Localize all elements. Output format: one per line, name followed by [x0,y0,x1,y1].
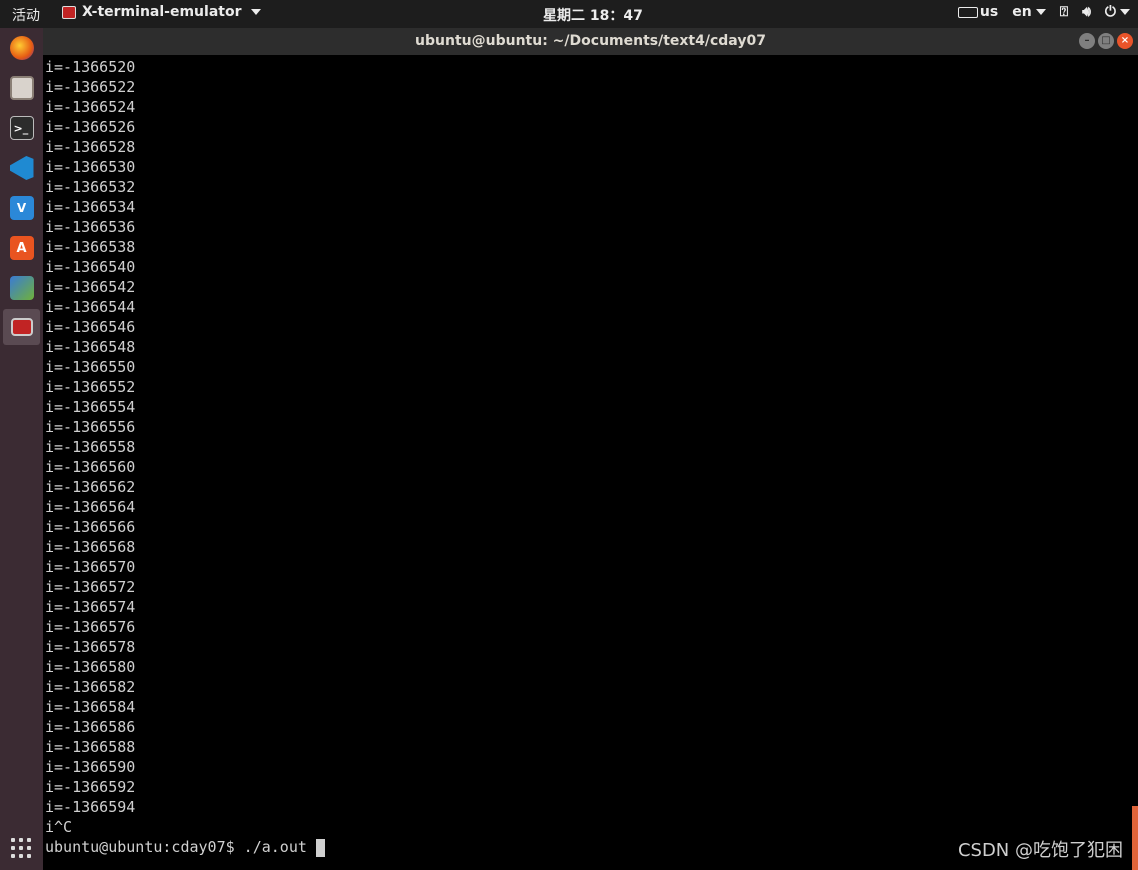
firefox-icon [9,36,34,60]
terminal-line: i=-1366560 [45,458,136,476]
terminal-line: i=-1366522 [45,78,136,96]
network-icon [9,276,34,300]
terminal-lines: i=-1366520 i=-1366522 i=-1366524 i=-1366526… [45,57,1138,837]
terminal-line: i=-1366540 [45,258,136,276]
minimize-icon: – [1084,35,1090,46]
power-menu[interactable]: ⏻ [1105,4,1130,20]
terminal-line: i=-1366576 [45,618,136,636]
terminal-line: i^C [45,818,73,836]
terminal-icon: >_ [9,116,34,140]
vnc-icon: V [9,196,34,220]
dock-item-x-terminal[interactable] [3,309,40,345]
terminal-line: i=-1366570 [45,558,136,576]
keyboard-icon [957,6,978,18]
volume-icon[interactable]: 🔊︎ [1082,4,1091,20]
text-cursor [315,838,325,857]
app-menu[interactable]: X-terminal-emulator [62,4,262,20]
terminal-line: i=-1366550 [45,358,136,376]
dock-item-software[interactable]: A [3,230,40,266]
power-icon: ⏻ [1104,4,1116,20]
top-panel: 活动 X-terminal-emulator 星期二 18：47 us en ⍰… [0,0,1138,28]
activities-button[interactable]: 活动 [12,5,40,25]
terminal-line: i=-1366568 [45,538,136,556]
terminal-line: i=-1366552 [45,378,136,396]
terminal-line: i=-1366534 [45,198,136,216]
watermark: CSDN @吃饱了犯困 [957,840,1123,861]
terminal-line: i=-1366542 [45,278,136,296]
terminal-line: i=-1366532 [45,178,136,196]
terminal-line: i=-1366578 [45,638,136,656]
dock-item-network[interactable] [3,270,40,306]
terminal-line: i=-1366554 [45,398,136,416]
terminal-line: i=-1366526 [45,118,136,136]
files-icon [9,76,34,100]
x-terminal-icon [10,318,33,336]
terminal-line: i=-1366528 [45,138,136,156]
terminal-line: i=-1366546 [45,318,136,336]
maximize-button[interactable]: □ [1098,33,1114,49]
system-tray: us en ⍰ 🔊︎ ⏻ [957,4,1130,20]
terminal-line: i=-1366574 [45,598,136,616]
language-label: en [1012,4,1032,20]
dock-item-vscode[interactable] [3,150,40,186]
terminal-line: i=-1366580 [45,658,136,676]
minimize-button[interactable]: – [1079,33,1095,49]
terminal-line: i=-1366588 [45,738,136,756]
terminal-line: i=-1366558 [45,438,136,456]
window-title: ubuntu@ubuntu: ~/Documents/text4/cday07 [415,33,766,49]
terminal-line: i=-1366524 [45,98,136,116]
dock-item-vnc[interactable]: V [3,190,40,226]
maximize-icon: □ [1101,35,1111,46]
close-button[interactable]: × [1117,33,1133,49]
terminal-line: i=-1366544 [45,298,136,316]
vscode-icon [9,156,34,180]
terminal-line: i=-1366572 [45,578,136,596]
terminal-line: i=-1366562 [45,478,136,496]
terminal-prompt: ubuntu@ubuntu:cday07$ ./a.out [45,838,316,856]
dock-item-terminal[interactable]: >_ [3,110,40,146]
close-icon: × [1120,35,1130,46]
screen-edge-marker [1132,806,1138,870]
app-menu-label: X-terminal-emulator [82,4,242,20]
terminal-line: i=-1366520 [45,58,136,76]
x-terminal-app-icon [62,5,76,19]
chevron-down-icon [1035,9,1046,15]
terminal-output[interactable]: i=-1366520 i=-1366522 i=-1366524 i=-1366526… [43,55,1138,870]
chevron-down-icon [1120,9,1130,15]
terminal-line: i=-1366566 [45,518,136,536]
window-title-bar[interactable]: ubuntu@ubuntu: ~/Documents/text4/cday07 … [43,28,1138,55]
terminal-line: i=-1366584 [45,698,136,716]
keyboard-layout-indicator[interactable]: us [957,4,999,20]
dock-item-firefox[interactable] [3,30,40,66]
language-indicator[interactable]: en [1012,4,1046,20]
terminal-line: i=-1366530 [45,158,136,176]
terminal-line: i=-1366582 [45,678,136,696]
terminal-line: i=-1366536 [45,218,136,236]
dock: >_ V A [0,28,43,870]
terminal-line: i=-1366594 [45,798,136,816]
keyboard-layout-label: us [979,4,999,20]
show-applications-button[interactable] [11,838,31,858]
chevron-down-icon [251,9,262,15]
accessibility-icon[interactable]: ⍰ [1060,4,1068,20]
terminal-line: i=-1366548 [45,338,136,356]
terminal-line: i=-1366590 [45,758,136,776]
terminal-line: i=-1366592 [45,778,136,796]
terminal-line: i=-1366538 [45,238,136,256]
dock-item-files[interactable] [3,70,40,106]
software-center-icon: A [9,236,34,260]
clock[interactable]: 星期二 18：47 [543,5,643,25]
terminal-line: i=-1366586 [45,718,136,736]
terminal-line: i=-1366556 [45,418,136,436]
terminal-line: i=-1366564 [45,498,136,516]
